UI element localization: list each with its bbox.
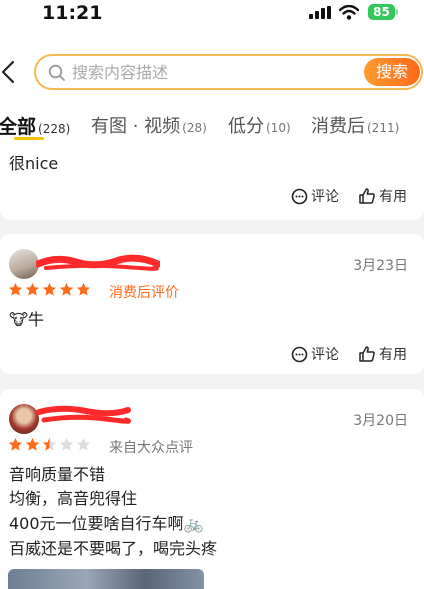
star-icon xyxy=(59,437,74,451)
review-card: 很nice 评论 有用 xyxy=(0,146,424,220)
star-rating xyxy=(8,282,91,297)
comment-label: 评论 xyxy=(311,189,339,205)
redacted-username xyxy=(36,254,160,271)
tab-all[interactable]: 全部 (228) xyxy=(0,112,70,139)
review-line: 音响质量不错 xyxy=(9,465,106,484)
tab-count: (228) xyxy=(38,122,71,136)
search-bar[interactable]: 搜索 xyxy=(34,54,423,90)
tab-label: 有图 · 视频 xyxy=(91,116,181,137)
comment-icon xyxy=(291,346,308,362)
review-source-tag: 消费后评价 xyxy=(109,285,179,301)
review-date: 3月23日 xyxy=(353,258,408,274)
review-text: 很nice xyxy=(9,154,59,173)
tab-low-score[interactable]: 低分 (10) xyxy=(228,112,291,138)
status-time: 11:21 xyxy=(42,2,103,24)
review-card: 3月23日 消费后评价 🐮牛 评论 有用 xyxy=(0,234,424,374)
tab-photos-videos[interactable]: 有图 · 视频 (28) xyxy=(91,112,207,138)
star-icon xyxy=(8,437,23,451)
tab-count: (211) xyxy=(367,121,400,135)
search-button[interactable]: 搜索 xyxy=(364,58,420,86)
star-icon xyxy=(25,282,40,296)
star-icon xyxy=(59,282,74,296)
review-text: 🐮牛 xyxy=(9,308,44,332)
signal-icon xyxy=(309,6,332,19)
tab-active-indicator xyxy=(14,137,44,140)
review-card: 3月20日 来自大众点评 音响质量不错 均衡，高音兜得住 400元一位要啥自行车… xyxy=(0,389,424,589)
star-icon xyxy=(42,437,57,451)
search-icon xyxy=(48,64,65,81)
comment-button[interactable]: 评论 xyxy=(291,186,339,206)
review-photo[interactable] xyxy=(8,569,204,589)
comment-icon xyxy=(291,188,308,204)
tab-after-purchase[interactable]: 消费后 (211) xyxy=(311,112,399,138)
review-source-tag: 来自大众点评 xyxy=(109,440,193,456)
wifi-icon xyxy=(339,5,359,20)
avatar[interactable] xyxy=(9,404,39,434)
like-label: 有用 xyxy=(379,347,407,363)
review-date: 3月20日 xyxy=(353,413,408,429)
redacted-username xyxy=(36,405,131,424)
battery-icon: 85 xyxy=(368,4,395,20)
star-icon xyxy=(25,437,40,451)
avatar[interactable] xyxy=(9,249,39,279)
review-text-content: 牛 xyxy=(27,310,44,329)
tab-count: (28) xyxy=(182,121,207,135)
like-button[interactable]: 有用 xyxy=(358,186,407,206)
comment-label: 评论 xyxy=(311,347,339,363)
review-line: 400元一位要啥自行车啊🚲 xyxy=(9,514,204,533)
search-input[interactable] xyxy=(72,56,352,88)
thumbs-up-icon xyxy=(359,346,375,362)
cow-emoji: 🐮 xyxy=(9,310,28,329)
tab-count: (10) xyxy=(266,121,291,135)
star-rating xyxy=(8,437,91,452)
back-icon[interactable] xyxy=(0,60,18,84)
star-icon xyxy=(76,282,91,296)
comment-button[interactable]: 评论 xyxy=(291,344,339,364)
like-button[interactable]: 有用 xyxy=(358,344,407,364)
like-label: 有用 xyxy=(379,189,407,205)
tab-label: 消费后 xyxy=(311,116,365,137)
tab-label: 全部 xyxy=(0,116,37,138)
star-icon xyxy=(42,282,57,296)
thumbs-up-icon xyxy=(359,188,375,204)
review-line: 百威还是不要喝了，喝完头疼 xyxy=(9,539,218,558)
star-icon xyxy=(8,282,23,296)
tab-label: 低分 xyxy=(228,116,264,137)
star-icon xyxy=(76,437,91,451)
review-line: 均衡，高音兜得住 xyxy=(9,489,138,508)
